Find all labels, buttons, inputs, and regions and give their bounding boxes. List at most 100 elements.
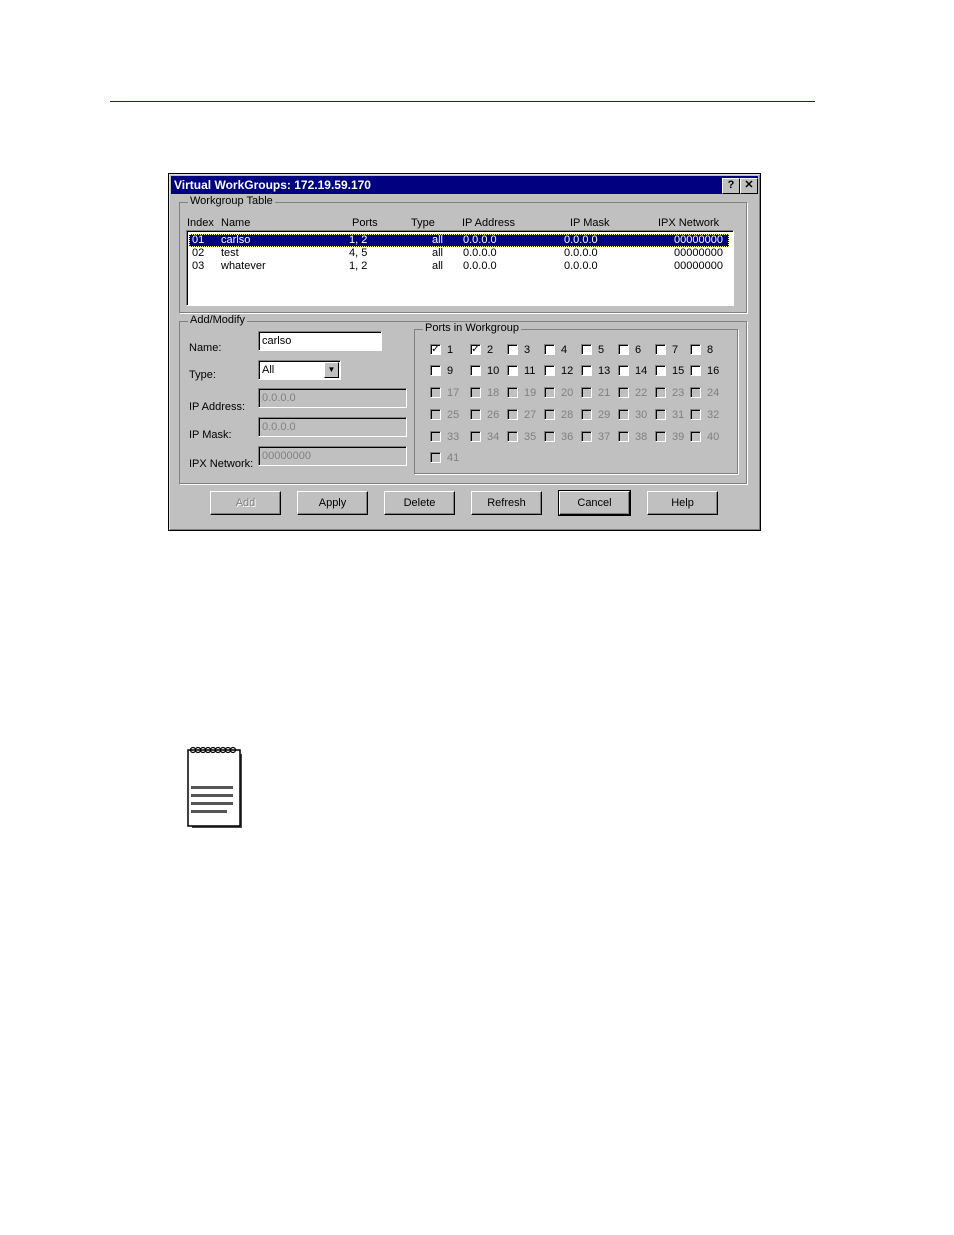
checkbox-box[interactable]: [618, 365, 629, 376]
checkbox-box: [430, 409, 441, 420]
row-type: all: [432, 247, 444, 259]
port-label: 22: [635, 387, 648, 399]
column-header-type: Type: [411, 217, 435, 229]
port-label: 11: [524, 365, 536, 377]
column-header-ports: Ports: [352, 217, 378, 229]
checkbox-box: [690, 431, 701, 442]
checkbox-box[interactable]: [430, 365, 441, 376]
column-header-ip-address: IP Address: [462, 217, 515, 229]
column-header-ip-mask: IP Mask: [570, 217, 610, 229]
checkbox-box: [690, 387, 701, 398]
row-ports: 4, 5: [349, 247, 368, 259]
checkbox-box[interactable]: [507, 365, 518, 376]
ipx-network-label: IPX Network:: [189, 458, 254, 470]
port-label: 34: [487, 431, 500, 443]
port-label: 17: [447, 387, 460, 399]
ip-address-label: IP Address:: [189, 401, 246, 413]
column-header-name: Name: [221, 217, 251, 229]
checkbox-box: [690, 409, 701, 420]
apply-button[interactable]: Apply: [297, 491, 368, 515]
checkbox-box[interactable]: [470, 365, 481, 376]
port-label: 8: [707, 344, 714, 356]
row-index: 01: [192, 234, 205, 246]
port-label: 23: [672, 387, 685, 399]
ports-group-label: Ports in Workgroup: [423, 322, 521, 334]
checkbox-box: [581, 409, 592, 420]
row-ipx: 00000000: [674, 260, 723, 272]
checkbox-box[interactable]: [690, 365, 701, 376]
port-label: 18: [487, 387, 500, 399]
type-select[interactable]: All ▼: [258, 360, 341, 380]
ipx-network-field[interactable]: 00000000: [258, 446, 407, 466]
help-button[interactable]: Help: [647, 491, 718, 515]
column-header-index: Index: [187, 217, 214, 229]
ip-address-field[interactable]: 0.0.0.0: [258, 388, 407, 408]
workgroup-list[interactable]: 01 carlso 1, 2 all 0.0.0.0 0.0.0.0 00000…: [186, 230, 734, 306]
port-label: 32: [707, 409, 720, 421]
port-label: 13: [598, 365, 611, 377]
row-mask: 0.0.0.0: [564, 247, 598, 259]
checkbox-box: [507, 409, 518, 420]
row-mask: 0.0.0.0: [564, 234, 598, 246]
checkbox-box[interactable]: [618, 344, 629, 355]
table-row[interactable]: 03 whatever 1, 2 all 0.0.0.0 0.0.0.0 000…: [189, 260, 729, 273]
name-field[interactable]: carlso: [258, 331, 382, 351]
cancel-button[interactable]: Cancel: [558, 490, 631, 516]
port-label: 7: [672, 344, 679, 356]
checkbox-box[interactable]: [690, 344, 701, 355]
checkbox-box: [544, 409, 555, 420]
port-label: 6: [635, 344, 642, 356]
checkbox-box: [655, 387, 666, 398]
row-ports: 1, 2: [349, 234, 368, 246]
checkbox-box: [618, 387, 629, 398]
table-row[interactable]: 02 test 4, 5 all 0.0.0.0 0.0.0.0 0000000…: [189, 247, 729, 260]
checkbox-box: [507, 431, 518, 442]
name-label: Name:: [189, 342, 222, 354]
port-label: 15: [672, 365, 685, 377]
checkbox-box[interactable]: ✓: [470, 344, 481, 355]
delete-button[interactable]: Delete: [384, 491, 455, 515]
checkbox-box[interactable]: [655, 344, 666, 355]
checkbox-box: [544, 387, 555, 398]
close-icon[interactable]: ✕: [740, 178, 758, 194]
checkbox-box: [430, 387, 441, 398]
port-label: 14: [635, 365, 648, 377]
port-label: 39: [672, 431, 685, 443]
refresh-button[interactable]: Refresh: [471, 491, 542, 515]
checkbox-box[interactable]: [581, 365, 592, 376]
checkbox-box: [581, 431, 592, 442]
port-label: 20: [561, 387, 574, 399]
port-label: 10: [487, 365, 500, 377]
add-button[interactable]: Add: [210, 491, 281, 515]
port-label: 2: [487, 344, 494, 356]
port-label: 41: [447, 452, 460, 464]
checkbox-box[interactable]: [655, 365, 666, 376]
checkbox-box: [470, 431, 481, 442]
row-ip: 0.0.0.0: [463, 260, 497, 272]
port-label: 3: [524, 344, 531, 356]
port-label: 25: [447, 409, 460, 421]
chevron-down-icon[interactable]: ▼: [324, 362, 339, 378]
checkbox-box: [581, 387, 592, 398]
port-label: 4: [561, 344, 568, 356]
header-rule: [110, 101, 815, 102]
checkbox-box: [470, 387, 481, 398]
port-label: 5: [598, 344, 605, 356]
port-label: 35: [524, 431, 537, 443]
row-ipx: 00000000: [674, 247, 723, 259]
help-icon[interactable]: ?: [722, 178, 740, 194]
port-label: 1: [447, 344, 454, 356]
port-label: 29: [598, 409, 611, 421]
checkbox-box[interactable]: [544, 365, 555, 376]
ip-mask-field[interactable]: 0.0.0.0: [258, 417, 407, 437]
checkbox-box[interactable]: [581, 344, 592, 355]
checkbox-box[interactable]: ✓: [430, 344, 441, 355]
checkbox-box[interactable]: [544, 344, 555, 355]
port-label: 38: [635, 431, 648, 443]
title-bar[interactable]: Virtual WorkGroups: 172.19.59.170 ? ✕: [171, 176, 758, 194]
port-label: 30: [635, 409, 648, 421]
table-row[interactable]: 01 carlso 1, 2 all 0.0.0.0 0.0.0.0 00000…: [189, 234, 729, 247]
checkbox-box[interactable]: [507, 344, 518, 355]
checkbox-box: [655, 431, 666, 442]
row-ports: 1, 2: [349, 260, 368, 272]
